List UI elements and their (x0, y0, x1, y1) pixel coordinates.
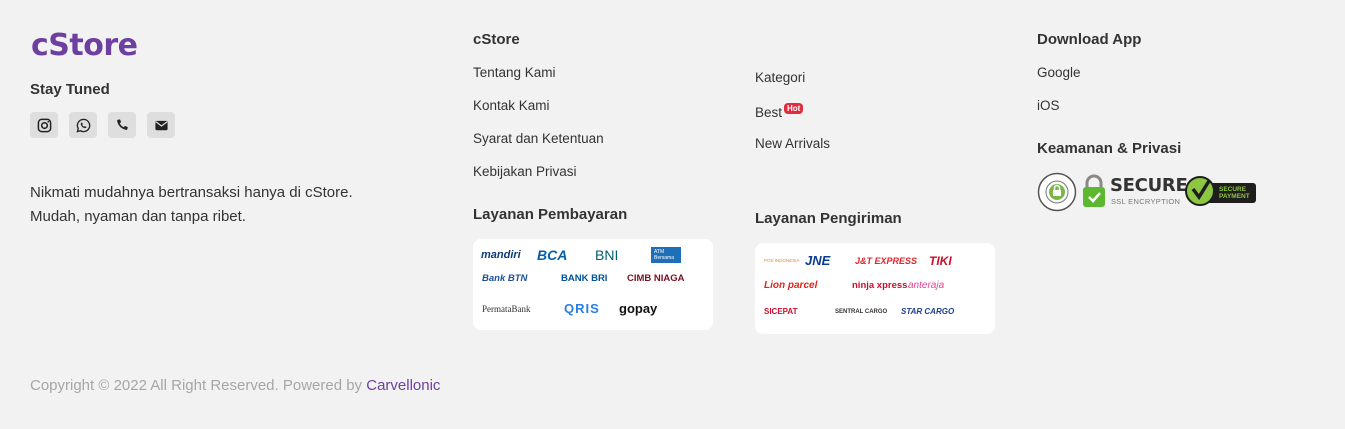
link-tentang-kami[interactable]: Tentang Kami (473, 65, 556, 80)
email-button[interactable] (147, 112, 175, 138)
whatsapp-button[interactable] (69, 112, 97, 138)
payment-row-1: mandiri BCA BNI ATM Bersama (481, 247, 681, 263)
link-new-arrivals[interactable]: New Arrivals (755, 136, 830, 151)
link-syarat-ketentuan[interactable]: Syarat dan Ketentuan (473, 131, 604, 146)
social-links (30, 112, 175, 138)
secure-payment-line-2: PAYMENT (1219, 193, 1250, 200)
cstore-logo[interactable]: cStore (31, 28, 138, 63)
logo-gopay: gopay (619, 301, 658, 316)
carvellonic-link[interactable]: Carvellonic (366, 377, 440, 394)
logo-atm-bersama: ATM Bersama (651, 247, 681, 263)
envelope-icon (154, 120, 168, 130)
logo-tiki: TIKI (929, 253, 952, 268)
logo-cimb-niaga: CIMB NIAGA (627, 273, 685, 284)
logo-bni: BNI (595, 247, 619, 263)
hot-badge: Hot (784, 103, 804, 114)
logo-sentral-cargo: SENTRAL CARGO (835, 308, 888, 315)
ssl-seal-icon (1037, 172, 1077, 212)
payment-row-2: Bank BTN BANK BRI CIMB NIAGA (482, 273, 707, 284)
logo-star-cargo: STAR CARGO (901, 307, 955, 316)
logo-lion-parcel: Lion parcel (764, 280, 818, 291)
shipping-logos-card: POS INDONESIA JNE J&T EXPRESS TIKI Lion … (755, 243, 995, 334)
link-kategori[interactable]: Kategori (755, 70, 805, 85)
secure-payment-badge: SECURE PAYMENT (1185, 174, 1257, 208)
shipping-heading: Layanan Pengiriman (755, 210, 902, 227)
link-google[interactable]: Google (1037, 65, 1081, 80)
shipping-row-1: POS INDONESIA JNE J&T EXPRESS TIKI (764, 253, 981, 268)
ssl-encryption-text: SSL ENCRYPTION (1111, 197, 1181, 206)
tagline-line-1: Nikmati mudahnya bertransaksi hanya di c… (30, 184, 353, 201)
payment-row-3: PermataBank QRIS gopay (482, 301, 689, 316)
secure-payment-line-1: SECURE (1219, 186, 1247, 193)
best-label: Best (755, 105, 783, 120)
shipping-row-2: Lion parcel ninja xpress anteraja (764, 280, 964, 291)
link-ios[interactable]: iOS (1037, 98, 1060, 113)
link-kontak-kami[interactable]: Kontak Kami (473, 98, 550, 113)
shipping-row-3: SICEPAT SENTRAL CARGO STAR CARGO (764, 307, 961, 316)
phone-button[interactable] (108, 112, 136, 138)
logo-jne: JNE (805, 253, 831, 268)
instagram-button[interactable] (30, 112, 58, 138)
cstore-heading: cStore (473, 31, 520, 48)
copyright: Copyright © 2022 All Right Reserved. Pow… (30, 377, 440, 394)
tagline: Nikmati mudahnya bertransaksi hanya di c… (30, 181, 410, 229)
logo-anteraja: anteraja (908, 280, 945, 291)
copyright-text: Copyright © 2022 All Right Reserved. Pow… (30, 377, 367, 394)
tagline-line-2: Mudah, nyaman dan tanpa ribet. (30, 208, 246, 225)
logo-bca: BCA (537, 247, 568, 263)
logo-pos-indonesia: POS INDONESIA (764, 258, 800, 263)
logo-btn: Bank BTN (482, 273, 528, 284)
secure-ssl-badge: SECURE SSL ENCRYPTION (1082, 174, 1188, 208)
stay-tuned-heading: Stay Tuned (30, 81, 110, 98)
payment-logos-card: mandiri BCA BNI ATM Bersama Bank BTN BAN… (473, 239, 713, 330)
logo-mandiri: mandiri (481, 249, 521, 261)
phone-icon (116, 118, 128, 130)
secure-payment-text: SECURE PAYMENT (1219, 186, 1250, 200)
logo-qris: QRIS (564, 301, 600, 316)
padlock-icon (1083, 174, 1105, 207)
download-app-heading: Download App (1037, 31, 1142, 48)
logo-ninja-xpress: ninja xpress (852, 280, 908, 291)
instagram-icon (37, 118, 51, 132)
ssl-secured-seal (1037, 172, 1077, 212)
whatsapp-icon (75, 118, 90, 133)
link-kebijakan-privasi[interactable]: Kebijakan Privasi (473, 164, 577, 179)
logo-bri: BANK BRI (561, 273, 608, 284)
payment-heading: Layanan Pembayaran (473, 206, 628, 223)
security-heading: Keamanan & Privasi (1037, 140, 1182, 157)
link-best[interactable]: Best Hot (755, 103, 804, 120)
logo-jnt: J&T EXPRESS (855, 255, 918, 266)
logo-permatabank: PermataBank (482, 303, 531, 314)
secure-text: SECURE (1110, 175, 1188, 196)
logo-sicepat: SICEPAT (764, 307, 798, 316)
